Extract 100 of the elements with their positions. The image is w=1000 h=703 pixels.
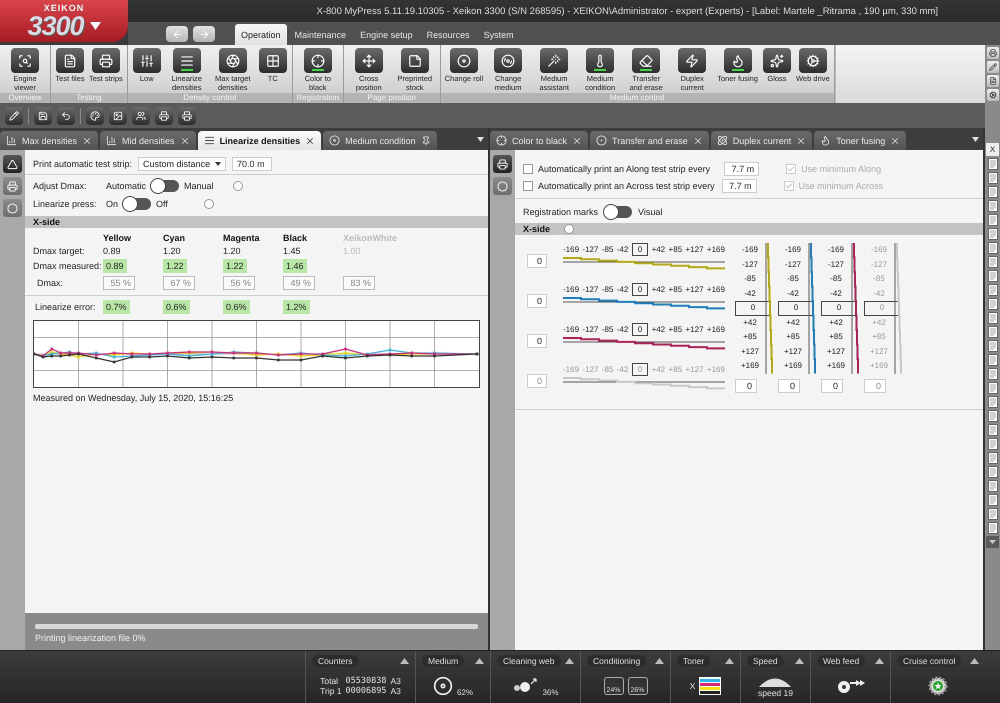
document-icon[interactable] [986, 312, 998, 324]
document-icon[interactable] [986, 270, 998, 282]
document-icon[interactable] [986, 256, 998, 268]
logo-badge[interactable]: XEIKON 3300 [0, 0, 128, 42]
status-panel-title[interactable]: Toner [677, 655, 710, 667]
menu-tab[interactable]: Maintenance [288, 24, 352, 45]
document-tab[interactable]: Duplex current [710, 131, 812, 150]
document-icon[interactable] [986, 186, 998, 198]
document-icon[interactable] [986, 438, 998, 450]
document-icon[interactable] [986, 200, 998, 212]
close-icon[interactable] [572, 136, 582, 146]
document-icon[interactable] [986, 368, 998, 380]
menu-tab[interactable]: Resources [420, 24, 476, 45]
toggle-switch[interactable] [123, 198, 152, 210]
back-button[interactable] [166, 26, 188, 42]
toolbar-button[interactable] [155, 106, 173, 124]
toolbar-button[interactable] [132, 106, 150, 124]
pin-icon[interactable] [420, 136, 431, 146]
side-tool-button[interactable] [986, 89, 998, 101]
toolbar-button[interactable] [57, 106, 75, 124]
toolbar-button[interactable] [178, 106, 196, 124]
document-icon[interactable] [986, 242, 998, 254]
distance-field[interactable]: 7.7 m [722, 178, 757, 192]
document-tab[interactable]: Transfer and erase [590, 131, 709, 150]
document-icon[interactable] [986, 214, 998, 226]
document-icon[interactable] [986, 522, 998, 534]
document-icon[interactable] [986, 354, 998, 366]
status-panel-title[interactable]: Medium [422, 655, 464, 667]
expand-arrow-icon[interactable] [725, 658, 734, 664]
document-icon[interactable] [986, 326, 998, 338]
menu-tab[interactable]: Operation [235, 24, 287, 45]
document-icon[interactable] [986, 340, 998, 352]
side-tool-button[interactable] [3, 155, 22, 173]
document-icon[interactable] [986, 382, 998, 394]
offset-field[interactable]: 0 [527, 294, 547, 308]
offset-field[interactable]: 0 [527, 254, 547, 268]
distance-mode-dropdown[interactable]: Custom distance [138, 157, 226, 171]
offset-field[interactable]: 0 [527, 334, 547, 348]
side-tool-button[interactable] [986, 75, 998, 87]
toggle-switch[interactable] [151, 180, 180, 192]
scroll-down-icon[interactable] [986, 536, 999, 548]
offset-field[interactable]: 0 [778, 379, 800, 393]
menu-tab[interactable]: Engine setup [354, 24, 419, 45]
status-panel-title[interactable]: Speed [747, 655, 784, 667]
document-tab[interactable]: Mid densities [100, 131, 196, 150]
expand-arrow-icon[interactable] [970, 658, 979, 664]
distance-field[interactable]: 70.0 m [232, 157, 272, 171]
menu-tab[interactable]: System [478, 24, 520, 45]
status-panel-title[interactable]: Cruise control [897, 655, 962, 667]
info-icon[interactable] [232, 181, 243, 191]
document-icon[interactable] [986, 452, 998, 464]
status-panel-title[interactable]: Conditioning [587, 655, 646, 667]
forward-button[interactable] [193, 26, 215, 42]
checkbox[interactable] [523, 164, 533, 174]
expand-arrow-icon[interactable] [875, 658, 884, 664]
close-icon[interactable] [180, 136, 190, 146]
document-icon[interactable] [986, 494, 998, 506]
document-icon[interactable] [986, 508, 998, 520]
document-tab[interactable]: Linearize densities [198, 131, 322, 150]
document-icon[interactable] [986, 284, 998, 296]
document-icon[interactable] [986, 228, 998, 240]
expand-arrow-icon[interactable] [475, 658, 484, 664]
close-icon[interactable] [796, 136, 806, 146]
side-tool-button[interactable] [493, 155, 512, 173]
document-icon[interactable] [986, 172, 998, 184]
dropdown-caret-icon[interactable] [972, 137, 979, 142]
toolbar-button[interactable] [5, 106, 23, 124]
offset-field[interactable]: 0 [864, 379, 886, 393]
checkbox[interactable] [523, 180, 533, 190]
close-icon[interactable] [692, 136, 703, 146]
offset-field[interactable]: 0 [735, 379, 757, 393]
document-icon[interactable] [986, 298, 998, 310]
toolbar-button[interactable] [86, 106, 104, 124]
offset-field[interactable]: 0 [527, 374, 547, 388]
info-icon[interactable] [204, 199, 214, 209]
status-panel-title[interactable]: Web feed [817, 655, 866, 667]
document-icon[interactable] [986, 424, 998, 436]
close-icon[interactable] [890, 136, 900, 146]
document-tab[interactable]: Color to black [490, 131, 588, 150]
dropdown-triangle-icon[interactable] [90, 22, 101, 30]
close-icon[interactable] [82, 136, 92, 146]
toolbar-button[interactable] [109, 106, 127, 124]
document-tab[interactable]: Medium condition [323, 131, 437, 150]
expand-arrow-icon[interactable] [795, 658, 804, 664]
document-tab[interactable]: Toner fusing [814, 131, 906, 150]
info-icon[interactable] [564, 224, 574, 234]
toolbar-button[interactable] [34, 106, 52, 124]
document-icon[interactable] [986, 410, 998, 422]
distance-field[interactable]: 7.7 m [724, 162, 760, 176]
status-panel-title[interactable]: Cleaning web [497, 655, 561, 667]
document-icon[interactable] [986, 158, 998, 170]
expand-arrow-icon[interactable] [565, 658, 574, 664]
offset-field[interactable]: 0 [821, 379, 843, 393]
close-icon[interactable] [305, 136, 316, 146]
dropdown-caret-icon[interactable] [477, 137, 484, 142]
expand-arrow-icon[interactable] [655, 658, 664, 664]
document-icon[interactable] [986, 480, 998, 492]
side-tool-button[interactable] [986, 61, 998, 73]
document-icon[interactable] [986, 466, 998, 478]
expand-arrow-icon[interactable] [400, 658, 409, 664]
